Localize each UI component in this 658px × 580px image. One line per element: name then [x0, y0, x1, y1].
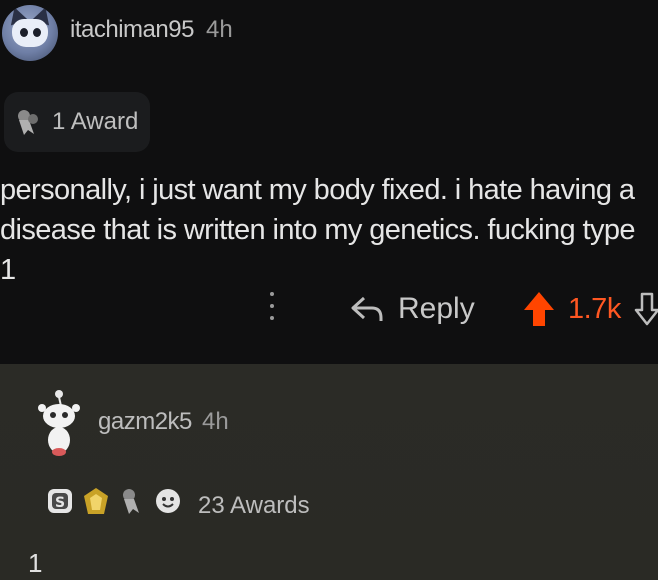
comment-username[interactable]: itachiman95 — [70, 16, 194, 44]
reply-button[interactable]: Reply — [398, 292, 475, 326]
gold-award-icon — [82, 486, 110, 516]
reply-comment-panel — [0, 364, 658, 580]
vote-score: 1.7k — [568, 293, 621, 325]
upvote-icon[interactable] — [522, 290, 556, 328]
comment-username[interactable]: gazm2k5 — [98, 408, 192, 436]
reply-icon[interactable] — [350, 294, 384, 324]
award-count: 1 Award — [52, 108, 139, 135]
comment-body: personally, i just want my body fixed. i… — [0, 174, 636, 286]
user-avatar[interactable] — [2, 5, 58, 61]
more-options-icon[interactable] — [268, 292, 276, 328]
wholesome-award-icon — [154, 486, 182, 516]
reddit-snoo-avatar[interactable] — [34, 388, 84, 458]
helpful-award-icon — [118, 486, 146, 516]
comment-timestamp: 4h — [206, 16, 233, 43]
award-count: 23 Awards — [198, 492, 310, 519]
silver-award-icon: S — [46, 486, 74, 516]
comment-timestamp: 4h — [202, 408, 229, 435]
svg-text:S: S — [55, 495, 65, 511]
comment-body: 1 — [28, 548, 43, 578]
award-icon — [14, 108, 40, 136]
downvote-icon[interactable] — [634, 290, 658, 328]
